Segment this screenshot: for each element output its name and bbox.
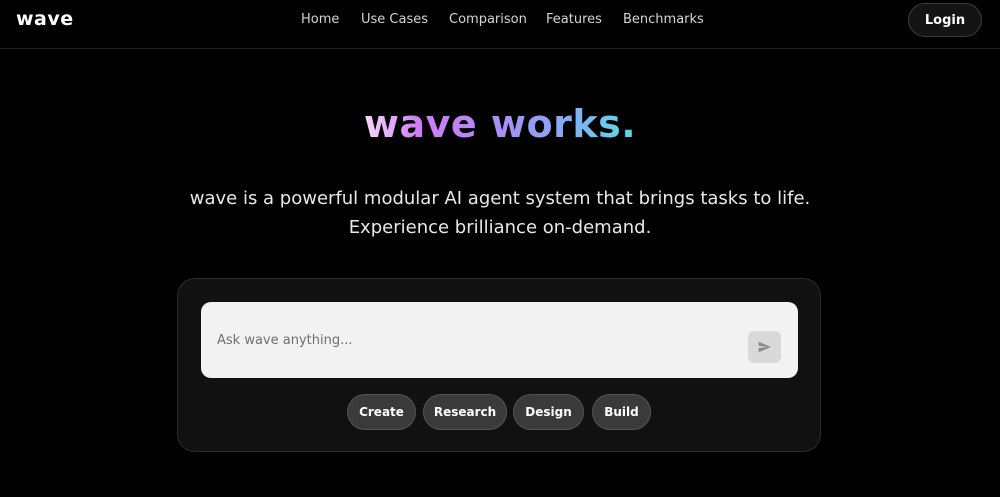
main-nav: Home Use Cases Comparison Features Bench…: [0, 12, 1000, 30]
hero-title-text: wave works.: [363, 102, 637, 146]
build-chip[interactable]: Build: [592, 394, 651, 430]
hero-subtitle-line-1: wave is a powerful modular AI agent syst…: [189, 188, 811, 209]
research-chip[interactable]: Research: [423, 394, 507, 430]
top-header: wave Home Use Cases Comparison Features …: [0, 0, 1000, 49]
hero-subtitle-line-2: Experience brilliance on-demand.: [348, 217, 652, 238]
nav-home[interactable]: Home: [301, 12, 339, 27]
nav-features[interactable]: Features: [546, 12, 602, 27]
prompt-input[interactable]: [201, 302, 741, 378]
hero-subtitle: wave is a powerful modular AI agent syst…: [0, 184, 1000, 242]
action-chips: Create Research Design Build: [178, 394, 822, 430]
create-chip[interactable]: Create: [347, 394, 416, 430]
login-button[interactable]: Login: [908, 3, 982, 37]
nav-use-cases[interactable]: Use Cases: [361, 12, 428, 27]
send-button[interactable]: [748, 331, 781, 363]
design-chip[interactable]: Design: [513, 394, 584, 430]
nav-benchmarks[interactable]: Benchmarks: [623, 12, 704, 27]
prompt-card: Create Research Design Build: [177, 278, 821, 452]
send-icon: [758, 341, 771, 353]
nav-comparison[interactable]: Comparison: [449, 12, 527, 27]
hero-title: wave works.: [0, 102, 1000, 146]
prompt-box: [201, 302, 798, 378]
